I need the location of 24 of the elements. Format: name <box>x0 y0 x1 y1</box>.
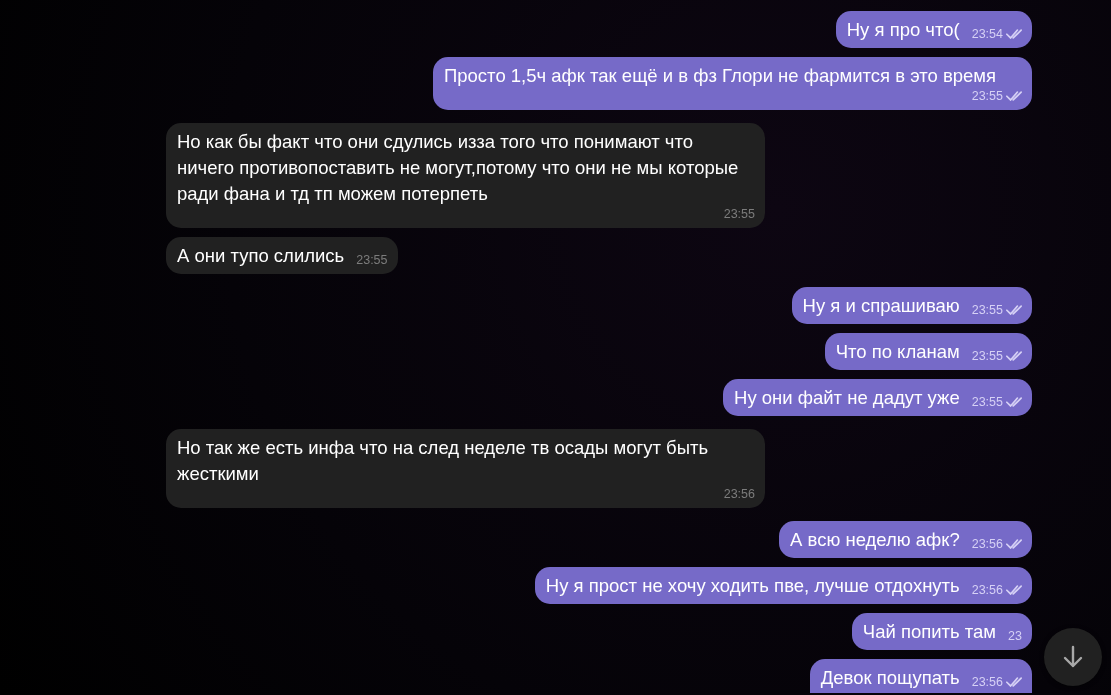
message-time: 23:55 <box>723 207 755 221</box>
message-text: Девок пощупать <box>820 666 960 690</box>
message-time: 23:55 <box>971 303 1003 317</box>
message-text: Что по кланам <box>835 340 960 364</box>
message-time: 23 <box>1008 629 1022 643</box>
message-text: Ну я про что( <box>846 18 960 42</box>
message-text: Но как бы факт что они сдулись изза того что понимают что ничего противопоставить не могут,потому что они не мы которые ради фана и тд тп можем потерпеть <box>177 130 740 206</box>
message-text: Чай попить там <box>862 620 997 644</box>
message-text: А всю неделю афк? <box>790 528 960 552</box>
message-text: Ну они файт не дадут уже <box>734 386 960 410</box>
message-text: Ну я и спрашиваю <box>802 294 960 318</box>
message-text: А они тупо слились <box>177 244 345 268</box>
message-time: 23:56 <box>971 537 1003 551</box>
message-text: Ну я прост не хочу ходить пве, лучше отдохнуть <box>545 574 960 598</box>
message-time: 23:56 <box>723 487 755 501</box>
message-time: 23:54 <box>971 27 1003 41</box>
message-time: 23:55 <box>971 395 1003 409</box>
message-time: 23:55 <box>971 89 1003 103</box>
message-time: 23:55 <box>971 349 1003 363</box>
message-time: 23:56 <box>971 583 1003 597</box>
message-time: 23:55 <box>356 253 388 267</box>
message-time: 23:56 <box>971 675 1003 689</box>
message-text: Но так же есть инфа что на след неделе тв осады могут быть жесткими <box>177 436 710 486</box>
message-text: Просто 1,5ч афк так ещё и в фз Глори не фармится в это время <box>444 64 997 88</box>
